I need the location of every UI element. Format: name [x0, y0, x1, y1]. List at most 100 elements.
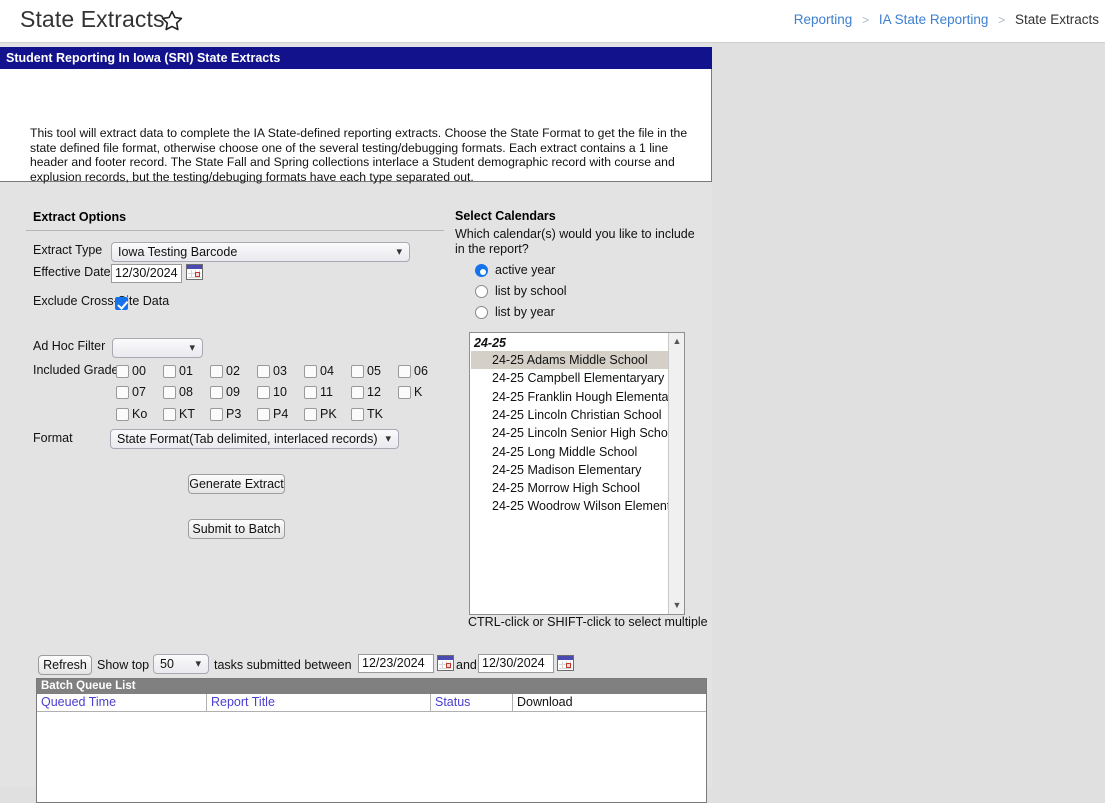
included-grades-label: Included Grades: [33, 363, 125, 377]
grade-label-09: 09: [226, 385, 240, 399]
calendar-list-item[interactable]: 24-25 Lincoln Christian School: [471, 406, 669, 424]
grade-label-10: 10: [273, 385, 287, 399]
grade-label-07: 07: [132, 385, 146, 399]
column-header-queued-time[interactable]: Queued Time: [37, 694, 207, 711]
generate-extract-button[interactable]: Generate Extract: [188, 474, 285, 494]
divider: [26, 230, 444, 231]
exclude-cross-site-label: Exclude Cross-Site Data: [33, 294, 170, 308]
radio-label-list-by-year: list by year: [495, 305, 555, 319]
chevron-down-icon: ▾: [195, 658, 201, 670]
calendar-select-hint: CTRL-click or SHIFT-click to select mult…: [468, 615, 708, 629]
end-date-input[interactable]: 12/30/2024: [478, 654, 554, 673]
calendar-list-item[interactable]: 24-25 Lincoln Senior High Scho: [471, 424, 669, 442]
calendar-icon[interactable]: [437, 655, 454, 671]
extract-options-title: Extract Options: [33, 210, 127, 224]
adhoc-filter-select[interactable]: ▾: [112, 338, 203, 358]
grade-label-03: 03: [273, 364, 287, 378]
submit-to-batch-button[interactable]: Submit to Batch: [188, 519, 285, 539]
section-banner: Student Reporting In Iowa (SRI) State Ex…: [0, 47, 712, 69]
grade-checkbox-11[interactable]: [304, 386, 317, 399]
calendar-listbox[interactable]: 24-25 24-25 Adams Middle School 24-25 Cam…: [469, 332, 685, 615]
chevron-up-icon[interactable]: ▲: [669, 333, 684, 350]
grade-checkbox-tk[interactable]: [351, 408, 364, 421]
batch-queue-rows: [37, 711, 706, 802]
column-header-report-title[interactable]: Report Title: [207, 694, 431, 711]
column-header-status[interactable]: Status: [431, 694, 513, 711]
calendar-list-item[interactable]: 24-25 Madison Elementary: [471, 461, 669, 479]
show-top-label: Show top: [97, 658, 150, 672]
grade-checkbox-08[interactable]: [163, 386, 176, 399]
effective-date-label: Effective Date: [33, 265, 111, 279]
tasks-between-label: tasks submitted between: [214, 658, 352, 672]
batch-queue-list-title: Batch Queue List: [37, 679, 706, 694]
radio-label-active-year: active year: [495, 263, 556, 277]
calendar-list-item[interactable]: 24-25 Woodrow Wilson Element: [471, 497, 669, 515]
grade-checkbox-kt[interactable]: [163, 408, 176, 421]
grade-label-00: 00: [132, 364, 146, 378]
select-calendars-question: Which calendar(s) would you like to incl…: [455, 227, 695, 256]
grade-label-kt: KT: [179, 407, 195, 421]
grade-checkbox-02[interactable]: [210, 365, 223, 378]
grade-label-11: 11: [320, 385, 333, 399]
description-text: This tool will extract data to complete …: [30, 126, 688, 184]
grade-label-p3: P3: [226, 407, 242, 421]
grade-label-02: 02: [226, 364, 240, 378]
grade-checkbox-05[interactable]: [351, 365, 364, 378]
column-header-download: Download: [517, 695, 573, 709]
grade-label-12: 12: [367, 385, 381, 399]
grade-checkbox-ko[interactable]: [116, 408, 129, 421]
format-select[interactable]: State Format(Tab delimited, interlaced r…: [110, 429, 399, 449]
grade-checkbox-00[interactable]: [116, 365, 129, 378]
radio-list-by-year[interactable]: [475, 306, 488, 319]
breadcrumb-current: State Extracts: [1014, 12, 1099, 27]
chevron-down-icon: ▾: [385, 433, 391, 445]
adhoc-filter-label: Ad Hoc Filter: [33, 339, 106, 353]
grade-label-k: K: [414, 385, 423, 399]
chevron-down-icon: ▾: [396, 246, 402, 258]
grade-checkbox-04[interactable]: [304, 365, 317, 378]
select-calendars-title: Select Calendars: [455, 209, 556, 223]
calendar-list-item[interactable]: 24-25 Long Middle School: [471, 443, 669, 461]
calendar-icon[interactable]: [186, 264, 203, 280]
refresh-button[interactable]: Refresh: [38, 655, 92, 675]
grade-checkbox-07[interactable]: [116, 386, 129, 399]
page-title: State Extracts: [20, 6, 165, 32]
star-outline-icon[interactable]: [160, 9, 184, 33]
calendar-list-item[interactable]: 24-25 Franklin Hough Elementa: [471, 388, 669, 406]
grade-checkbox-10[interactable]: [257, 386, 270, 399]
grade-checkbox-09[interactable]: [210, 386, 223, 399]
calendar-icon[interactable]: [557, 655, 574, 671]
chevron-down-icon[interactable]: ▼: [669, 597, 684, 614]
grade-checkbox-pk[interactable]: [304, 408, 317, 421]
calendar-list-item[interactable]: 24-25 Campbell Elementaryary S: [471, 369, 669, 387]
grade-label-05: 05: [367, 364, 381, 378]
grade-checkbox-03[interactable]: [257, 365, 270, 378]
exclude-cross-site-checkbox[interactable]: [115, 297, 128, 310]
grade-checkbox-p4[interactable]: [257, 408, 270, 421]
grade-checkbox-06[interactable]: [398, 365, 411, 378]
and-label: and: [456, 658, 477, 672]
show-top-select[interactable]: 50 ▾: [153, 654, 209, 674]
calendar-list-item[interactable]: 24-25 Adams Middle School: [471, 351, 669, 369]
grade-label-p4: P4: [273, 407, 289, 421]
breadcrumb-ia-state-reporting[interactable]: IA State Reporting: [879, 12, 989, 27]
grade-checkbox-k[interactable]: [398, 386, 411, 399]
grade-checkbox-12[interactable]: [351, 386, 364, 399]
effective-date-input[interactable]: 12/30/2024: [111, 264, 182, 283]
grade-label-06: 06: [414, 364, 428, 378]
radio-list-by-school[interactable]: [475, 285, 488, 298]
breadcrumb-reporting[interactable]: Reporting: [794, 12, 853, 27]
grade-checkbox-p3[interactable]: [210, 408, 223, 421]
extract-type-select[interactable]: Iowa Testing Barcode ▾: [111, 242, 410, 262]
radio-label-list-by-school: list by school: [495, 284, 567, 298]
grade-checkbox-01[interactable]: [163, 365, 176, 378]
breadcrumb-separator: >: [862, 13, 870, 27]
format-label: Format: [33, 431, 73, 445]
radio-active-year[interactable]: [475, 264, 488, 277]
calendar-scrollbar[interactable]: ▲ ▼: [668, 333, 684, 614]
start-date-input[interactable]: 12/23/2024: [358, 654, 434, 673]
description-box: This tool will extract data to complete …: [0, 69, 712, 184]
breadcrumb: Reporting > IA State Reporting > State E…: [794, 12, 1099, 27]
app-header: State Extracts Reporting > IA State Repo…: [0, 0, 1105, 43]
calendar-list-item[interactable]: 24-25 Morrow High School: [471, 479, 669, 497]
